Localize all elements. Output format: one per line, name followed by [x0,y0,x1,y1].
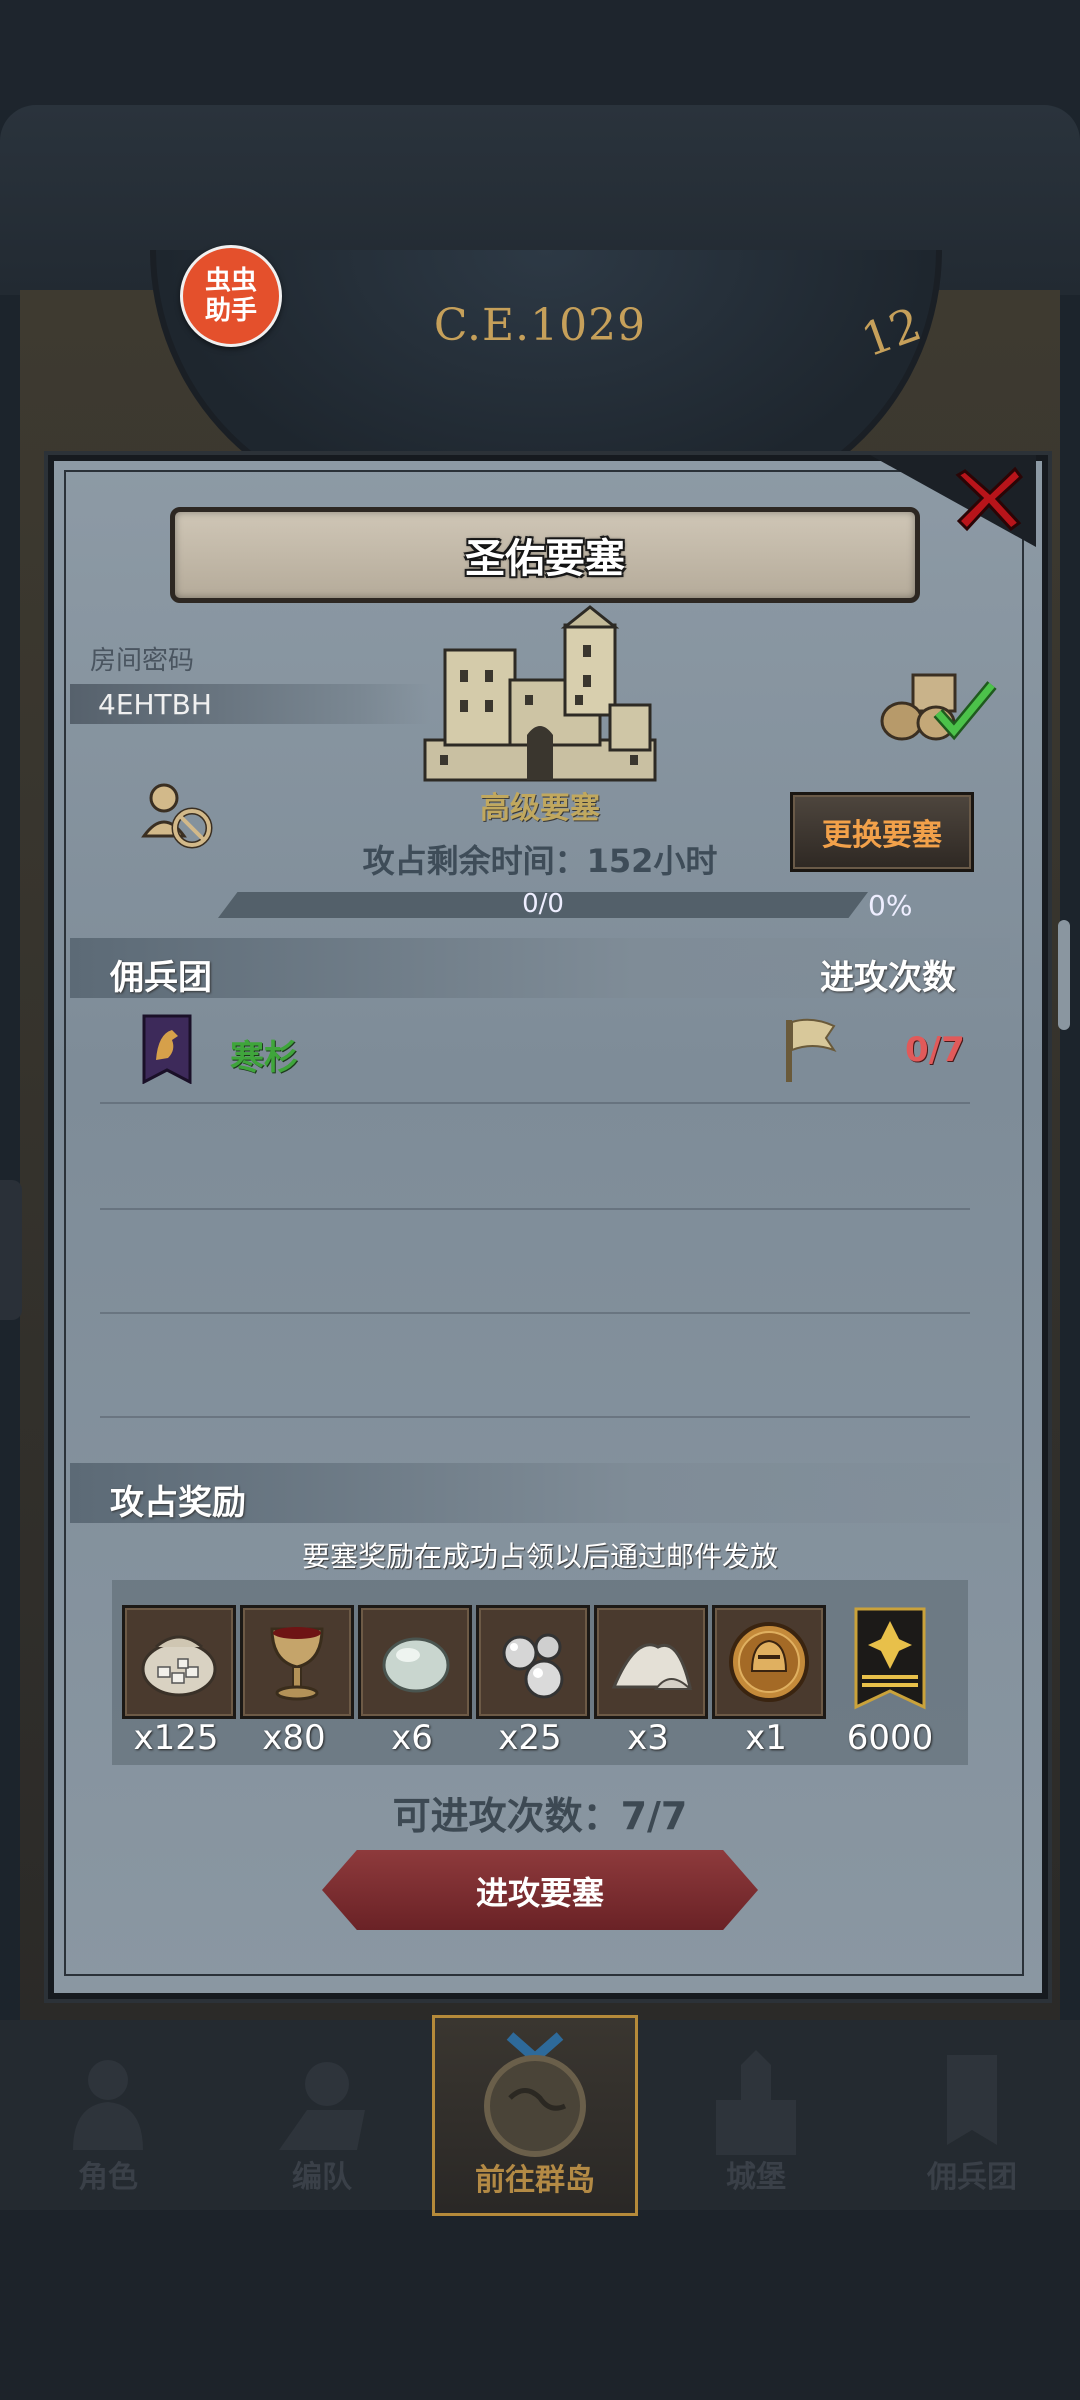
honor-banner-icon [854,1607,926,1710]
reward-item[interactable] [594,1605,708,1719]
progress-percent: 0% [868,889,913,922]
silver-ore-icon [502,1633,564,1699]
fortress-castle-icon [415,605,665,785]
mercenary-name[interactable]: 寒杉 [230,1030,298,1079]
reward-quantity: 6000 [846,1718,934,1758]
reward-quantity: x1 [745,1718,787,1758]
dialog-title: 圣佑要塞 [465,536,625,582]
reward-quantity: x80 [262,1718,326,1758]
top-bar [0,0,1080,110]
reward-quantity: x6 [391,1718,433,1758]
helmet-medal-icon [729,1622,809,1702]
reward-item[interactable] [712,1605,826,1719]
row-divider [100,1102,970,1104]
scroll-indicator[interactable] [1058,920,1070,1030]
title-banner: 圣佑要塞 [170,507,920,603]
reward-header: 攻占奖励 [110,1483,246,1523]
row-divider [100,1208,970,1210]
flag-icon [782,1016,838,1084]
castle-icon [716,2050,796,2155]
progress-text: 0/0 [522,889,564,919]
reward-note: 要塞奖励在成功占领以后通过邮件发放 [301,1540,778,1573]
bottom-footer [0,2210,1080,2400]
sack-icon [141,1635,217,1697]
row-divider [100,1416,970,1418]
formation-icon [279,2062,365,2150]
reward-quantity: x125 [133,1718,219,1758]
mercenary-banner-icon [142,1014,192,1085]
islands-icon [484,2032,586,2157]
helper-badge[interactable]: 虫虫 助手 [180,245,282,347]
reward-item[interactable] [240,1605,354,1719]
nav-castle[interactable]: 城堡 [656,2030,856,2210]
nav-label: 前往群岛 [475,2163,595,2198]
room-password-value: 4EHTBH [98,688,212,721]
moonstone-icon [382,1637,450,1693]
fortress-level: 高级要塞 [480,791,600,826]
reward-quantity: x25 [498,1718,562,1758]
attack-available: 可进攻次数：7/7 [392,1794,688,1838]
time-remaining: 攻占剩余时间：152小时 [362,842,718,880]
nav-islands[interactable]: 前往群岛 [432,2015,638,2216]
era-label: C.E.1029 [433,300,647,351]
close-icon [955,466,1024,532]
nav-mercenary[interactable]: 佣兵团 [872,2030,1072,2210]
close-button[interactable] [950,458,1030,538]
reward-item[interactable] [836,1605,944,1713]
reward-quantity: x3 [627,1718,669,1758]
reward-item[interactable] [476,1605,590,1719]
mercenary-icon [947,2055,997,2145]
side-tab-left[interactable] [0,1180,22,1320]
salt-pile-icon [611,1643,693,1690]
nav-character[interactable]: 角色 [8,2030,208,2210]
mercenary-header: 佣兵团 [110,958,212,998]
nav-formation[interactable]: 编队 [222,2030,422,2210]
room-password-label: 房间密码 [90,646,195,676]
supply-check-icon[interactable] [878,665,998,745]
goblet-icon [270,1627,324,1701]
row-divider [100,1312,970,1314]
reward-item[interactable] [122,1605,236,1719]
mercenary-attack-count: 0/7 [905,1030,965,1070]
attack-fortress-button[interactable]: 进攻要塞 [322,1868,758,1914]
attack-count-header: 进攻次数 [820,958,956,998]
character-icon [73,2060,143,2150]
reward-item[interactable] [358,1605,472,1719]
